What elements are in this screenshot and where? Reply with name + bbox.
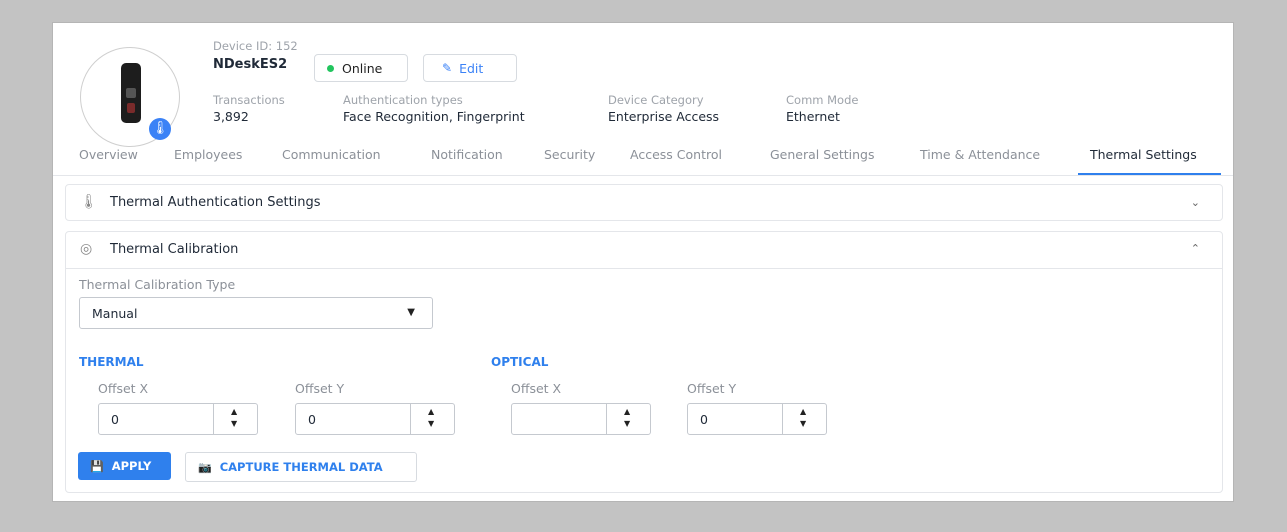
step-down-icon: ▼	[231, 419, 238, 428]
optical-offset-x-input[interactable]: ▲ ▼	[511, 403, 651, 435]
save-icon: 💾	[90, 459, 104, 473]
tab-employees[interactable]: Employees	[174, 147, 242, 162]
meta-label-category: Device Category	[608, 93, 704, 107]
thermometer-icon: 🌡	[80, 194, 98, 210]
tab-communication[interactable]: Communication	[282, 147, 381, 162]
tab-access-control[interactable]: Access Control	[630, 147, 722, 162]
tab-notification[interactable]: Notification	[431, 147, 503, 162]
step-up-icon: ▲	[624, 407, 631, 416]
status-label: Online	[342, 60, 383, 76]
stepper[interactable]: ▲ ▼	[410, 404, 454, 434]
tab-general-settings[interactable]: General Settings	[770, 147, 875, 162]
tab-time-attendance[interactable]: Time & Attendance	[920, 147, 1040, 162]
tab-overview[interactable]: Overview	[79, 147, 138, 162]
stepper[interactable]: ▲ ▼	[606, 404, 650, 434]
capture-thermal-data-button[interactable]: 📷 CAPTURE THERMAL DATA	[185, 452, 417, 482]
step-up-icon: ▲	[800, 407, 807, 416]
meta-label-comm-mode: Comm Mode	[786, 93, 859, 107]
device-detail-card: 🌡 Device ID: 152 NDeskES2 Online ✎ Edit …	[52, 22, 1234, 502]
calibration-type-select[interactable]: Manual ▼	[79, 297, 433, 329]
thermal-calibration-title: Thermal Calibration	[110, 241, 239, 257]
thermal-offset-y-input[interactable]: 0 ▲ ▼	[295, 403, 455, 435]
calibration-icon: ◎	[80, 241, 93, 257]
meta-value-auth-types: Face Recognition, Fingerprint	[343, 109, 525, 124]
stepper[interactable]: ▲ ▼	[213, 404, 257, 434]
thermal-offset-x-label: Offset X	[98, 381, 149, 396]
camera-icon: 📷	[198, 460, 212, 474]
tab-thermal-settings[interactable]: Thermal Settings	[1090, 147, 1197, 162]
thermal-auth-panel[interactable]: 🌡 Thermal Authentication Settings ⌄	[65, 184, 1223, 221]
apply-button[interactable]: 💾 APPLY	[78, 452, 171, 480]
chevron-down-icon[interactable]: ⌄	[1191, 196, 1200, 209]
device-name: NDeskES2	[213, 57, 288, 72]
tab-security[interactable]: Security	[544, 147, 595, 162]
meta-value-transactions: 3,892	[213, 109, 249, 124]
edit-button[interactable]: ✎ Edit	[423, 54, 517, 82]
thermal-auth-title: Thermal Authentication Settings	[110, 194, 321, 210]
optical-offset-y-label: Offset Y	[687, 381, 737, 396]
thermal-offset-y-label: Offset Y	[295, 381, 345, 396]
step-down-icon: ▼	[428, 419, 435, 428]
meta-label-auth-types: Authentication types	[343, 93, 463, 107]
step-down-icon: ▼	[800, 419, 807, 428]
tab-bar: Overview Employees Communication Notific…	[53, 141, 1233, 176]
optical-offset-x-label: Offset X	[511, 381, 562, 396]
thermal-calibration-header[interactable]: ◎ Thermal Calibration	[80, 241, 238, 257]
step-up-icon: ▲	[428, 407, 435, 416]
calibration-type-value: Manual	[92, 305, 138, 321]
thermal-auth-header[interactable]: 🌡 Thermal Authentication Settings	[80, 194, 321, 210]
meta-value-category: Enterprise Access	[608, 109, 720, 124]
optical-offset-y-input[interactable]: 0 ▲ ▼	[687, 403, 827, 435]
pencil-icon: ✎	[442, 61, 453, 75]
step-up-icon: ▲	[231, 407, 238, 416]
thermal-section-title: THERMAL	[79, 355, 144, 369]
meta-label-transactions: Transactions	[213, 93, 285, 107]
calibration-type-label: Thermal Calibration Type	[79, 277, 236, 292]
device-id: Device ID: 152	[213, 39, 298, 53]
thermal-offset-x-input[interactable]: 0 ▲ ▼	[98, 403, 258, 435]
device-image	[121, 63, 141, 123]
thermometer-badge-icon: 🌡	[149, 118, 171, 140]
optical-section-title: OPTICAL	[491, 355, 549, 369]
caret-down-icon: ▼	[407, 307, 415, 318]
online-dot-icon	[327, 64, 334, 72]
device-avatar: 🌡	[80, 47, 180, 147]
meta-value-comm-mode: Ethernet	[786, 109, 840, 124]
active-tab-indicator	[1078, 173, 1221, 175]
status-badge: Online	[314, 54, 408, 82]
chevron-up-icon[interactable]: ⌃	[1191, 242, 1200, 255]
stepper[interactable]: ▲ ▼	[782, 404, 826, 434]
step-down-icon: ▼	[624, 419, 631, 428]
edit-label: Edit	[459, 60, 484, 76]
